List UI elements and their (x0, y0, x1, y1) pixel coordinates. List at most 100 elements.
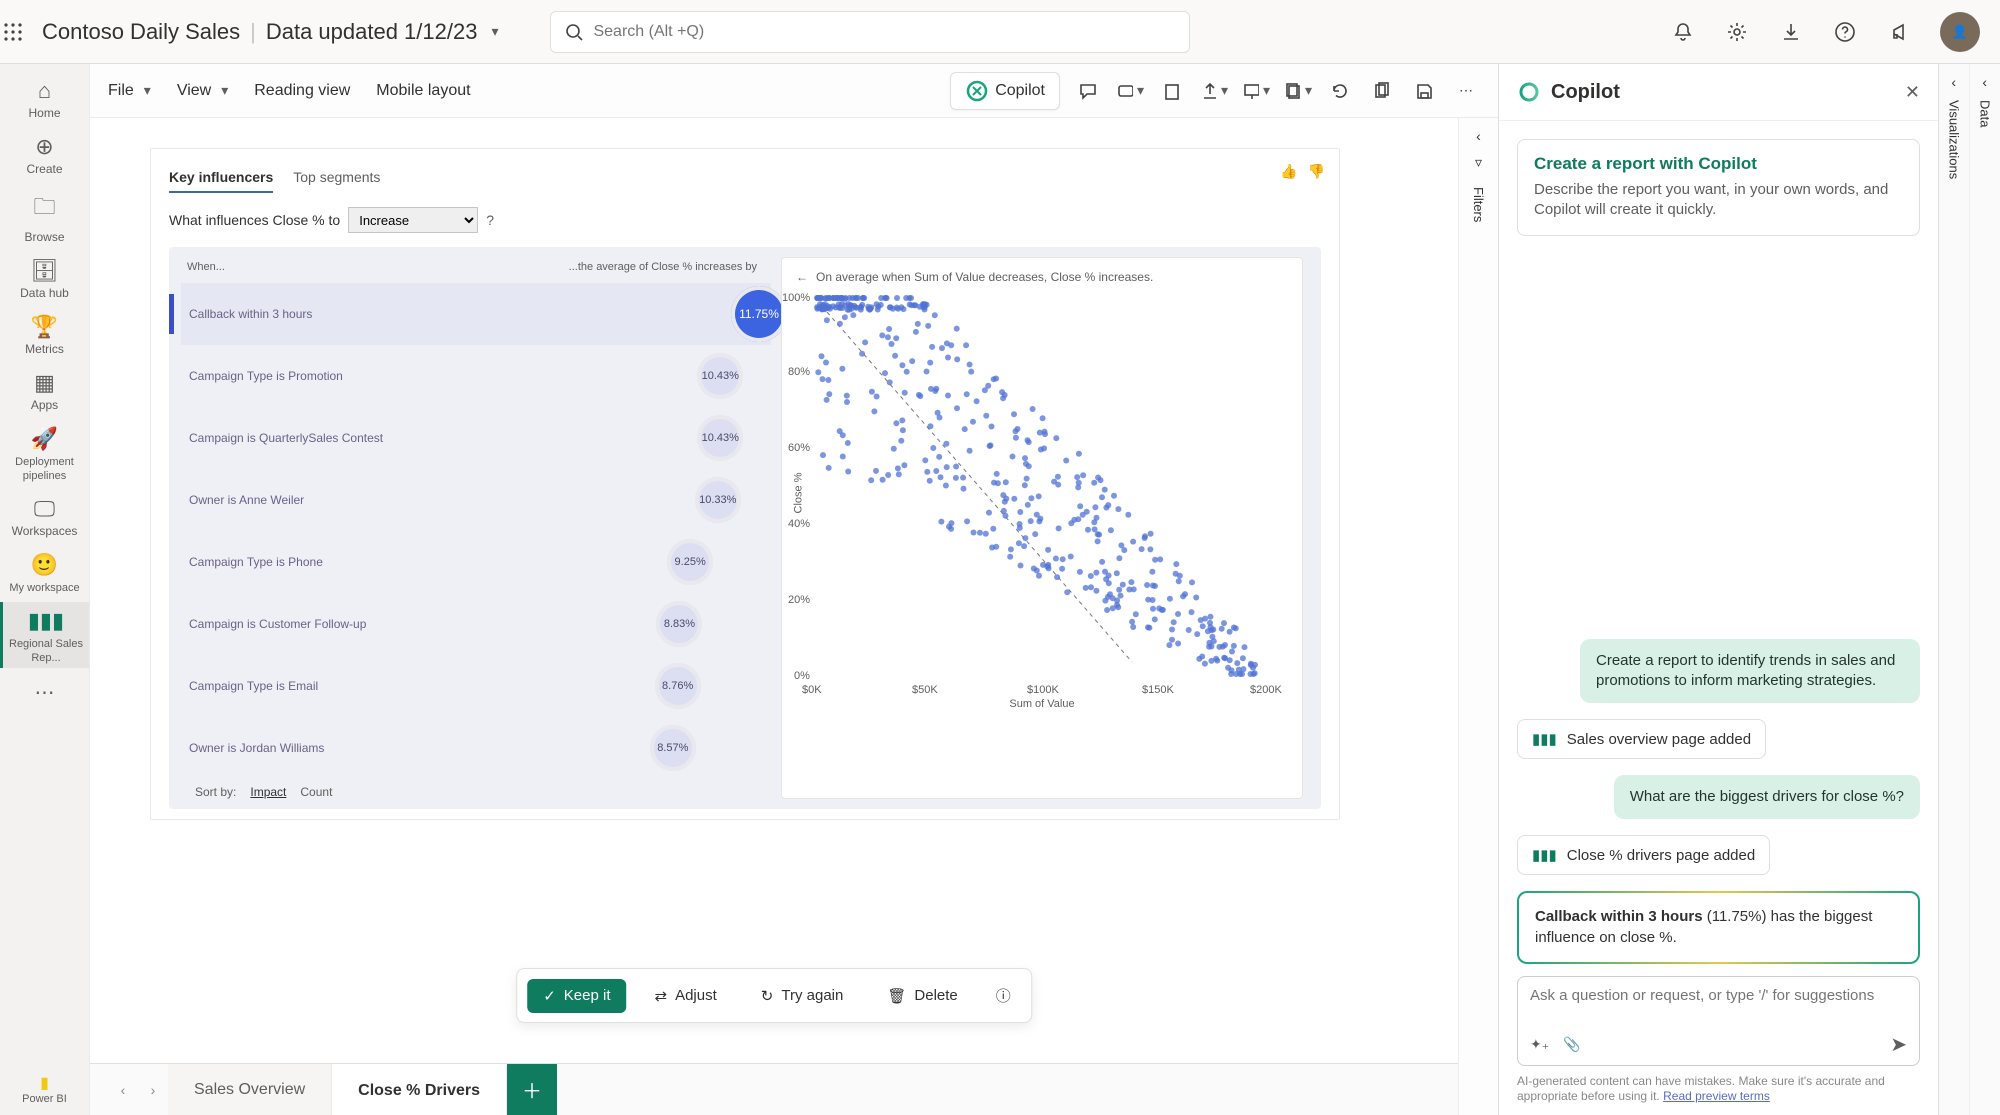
nav-regional-sales[interactable]: ▮▮▮Regional Sales Rep... (0, 602, 89, 668)
preview-terms-link[interactable]: Read preview terms (1663, 1089, 1770, 1103)
user-avatar[interactable]: 👤 (1940, 12, 1980, 52)
copilot-textarea[interactable] (1530, 987, 1907, 1025)
influencer-row[interactable]: Campaign is QuarterlySales Contest10.43% (181, 407, 771, 469)
nav-create[interactable]: ⊕Create (0, 128, 89, 180)
sparkle-icon[interactable]: ✦₊ (1530, 1036, 1549, 1053)
whats-new-icon[interactable] (1886, 19, 1912, 45)
chevron-left-icon[interactable]: ‹ (1951, 74, 1956, 90)
share-icon[interactable]: ▾ (1200, 77, 1228, 105)
scatter-title: On average when Sum of Value decreases, … (816, 270, 1153, 284)
data-pane-collapsed[interactable]: ‹ Data (1970, 64, 2000, 1115)
search-input[interactable] (593, 23, 1175, 41)
influencer-row[interactable]: Callback within 3 hours11.75% (181, 283, 771, 345)
card-title: Create a report with Copilot (1534, 154, 1903, 174)
nav-my-workspace[interactable]: 🙂My workspace (0, 546, 89, 598)
influencer-row[interactable]: Campaign Type is Promotion10.43% (181, 345, 771, 407)
page-title: Contoso Daily Sales (42, 19, 240, 45)
copilot-intro-card: Create a report with Copilot Describe th… (1517, 139, 1920, 236)
folder-icon: 🗀 (0, 190, 89, 228)
nav-apps[interactable]: ▦Apps (0, 364, 89, 416)
save-icon[interactable] (1410, 77, 1438, 105)
visualizations-pane-collapsed[interactable]: ‹ Visualizations (1939, 64, 1970, 1115)
back-arrow-icon[interactable]: ← (796, 270, 808, 284)
nav-datahub[interactable]: 🗄Data hub (0, 252, 89, 304)
system-chip[interactable]: ▮▮▮Sales overview page added (1517, 719, 1766, 759)
copilot-action-bar: ✓Keep it ⇄Adjust ↻Try again 🗑Delete ⓘ (516, 968, 1032, 1023)
filters-pane-collapsed[interactable]: ‹ ▿ Filters (1458, 118, 1498, 1115)
page-tab-sales-overview[interactable]: Sales Overview (168, 1064, 332, 1115)
data-label: Data (1977, 100, 1992, 127)
chevron-left-icon[interactable]: ‹ (1476, 128, 1481, 144)
scatter-plot[interactable]: Close % 0% 20% 40% 60% 80% 100% $0K $5 (802, 292, 1282, 682)
nav-metrics[interactable]: 🏆Metrics (0, 308, 89, 360)
page-prev-icon[interactable]: ‹ (108, 1064, 138, 1115)
nav-home[interactable]: ⌂Home (0, 72, 89, 124)
search-box[interactable] (550, 11, 1190, 53)
refresh-icon[interactable] (1326, 77, 1354, 105)
home-icon: ⌂ (0, 78, 89, 104)
teams-icon[interactable]: ▾ (1116, 77, 1144, 105)
more-icon[interactable]: ⋯ (1452, 77, 1480, 105)
chevron-down-icon[interactable]: ▾ (491, 23, 498, 40)
attach-icon[interactable]: 📎 (1563, 1036, 1580, 1053)
nav-label: My workspace (9, 582, 79, 594)
delete-button[interactable]: 🗑Delete (871, 979, 973, 1013)
nav-label: Metrics (25, 342, 64, 356)
copilot-pill[interactable]: Copilot (950, 72, 1060, 110)
app-launcher-icon[interactable] (0, 19, 26, 45)
nav-label: Create (26, 162, 62, 176)
refresh-icon: ↻ (761, 987, 774, 1005)
duplicate-icon[interactable] (1368, 77, 1396, 105)
try-again-button[interactable]: ↻Try again (745, 979, 860, 1013)
thumbs-down-icon[interactable]: 👎 (1308, 163, 1325, 180)
menu-reading-view[interactable]: Reading view (254, 82, 350, 100)
influencer-row[interactable]: Owner is Anne Weiler10.33% (181, 469, 771, 531)
export-icon[interactable] (1158, 77, 1186, 105)
nav-browse[interactable]: 🗀Browse (0, 184, 89, 248)
influencer-row[interactable]: Campaign Type is Email8.76% (181, 655, 771, 717)
rocket-icon: 🚀 (0, 426, 89, 452)
send-icon[interactable]: ➤ (1890, 1032, 1907, 1057)
nav-more-icon[interactable]: ⋯ (35, 680, 55, 705)
influencer-list: When... ...the average of Close % increa… (181, 257, 771, 799)
influencer-row[interactable]: Campaign Type is Phone9.25% (181, 531, 771, 593)
close-icon[interactable]: ✕ (1905, 82, 1920, 103)
influencer-row[interactable]: Campaign is Customer Follow-up8.83% (181, 593, 771, 655)
info-button[interactable]: ⓘ (986, 977, 1021, 1014)
help-qmark-icon[interactable]: ? (486, 212, 494, 228)
thumbs-up-icon[interactable]: 👍 (1280, 163, 1297, 180)
direction-select[interactable]: Increase (348, 207, 478, 233)
influencer-bubble: 11.75% (731, 286, 787, 342)
help-icon[interactable] (1832, 19, 1858, 45)
key-influencers-visual[interactable]: 👍 👎 Key influencers Top segments What in… (150, 148, 1340, 820)
nav-workspaces[interactable]: 🖵Workspaces (0, 490, 89, 542)
tab-key-influencers[interactable]: Key influencers (169, 169, 273, 193)
add-page-button[interactable]: ＋ (507, 1064, 557, 1115)
copilot-input-box[interactable]: ✦₊ 📎 ➤ (1517, 976, 1920, 1066)
influencer-row[interactable]: Owner is Jordan Williams8.57% (181, 717, 771, 779)
nav-deployment[interactable]: 🚀Deployment pipelines (0, 420, 89, 486)
present-icon[interactable]: ▾ (1242, 77, 1270, 105)
download-icon[interactable] (1778, 19, 1804, 45)
menu-mobile-layout[interactable]: Mobile layout (376, 82, 470, 100)
sort-count[interactable]: Count (300, 785, 332, 799)
comment-icon[interactable] (1074, 77, 1102, 105)
menu-file[interactable]: File▾ (108, 82, 151, 100)
notifications-icon[interactable] (1670, 19, 1696, 45)
page-next-icon[interactable]: › (138, 1064, 168, 1115)
influencer-label: Campaign is Customer Follow-up (181, 617, 421, 631)
system-chip[interactable]: ▮▮▮Close % drivers page added (1517, 835, 1770, 875)
page-tab-close-drivers[interactable]: Close % Drivers (332, 1064, 507, 1115)
chevron-down-icon: ▾ (1305, 82, 1312, 99)
question-prefix: What influences Close % to (169, 212, 340, 228)
bar-chart-icon: ▮▮▮ (1532, 730, 1557, 748)
settings-icon[interactable] (1724, 19, 1750, 45)
sort-impact[interactable]: Impact (250, 785, 286, 799)
adjust-button[interactable]: ⇄Adjust (639, 979, 733, 1013)
tab-top-segments[interactable]: Top segments (293, 169, 380, 193)
copy-icon[interactable]: ▾ (1284, 77, 1312, 105)
chevron-left-icon[interactable]: ‹ (1982, 74, 1987, 90)
keep-it-button[interactable]: ✓Keep it (527, 979, 626, 1013)
menu-view[interactable]: View▾ (177, 82, 228, 100)
xtick: $100K (1027, 684, 1059, 696)
